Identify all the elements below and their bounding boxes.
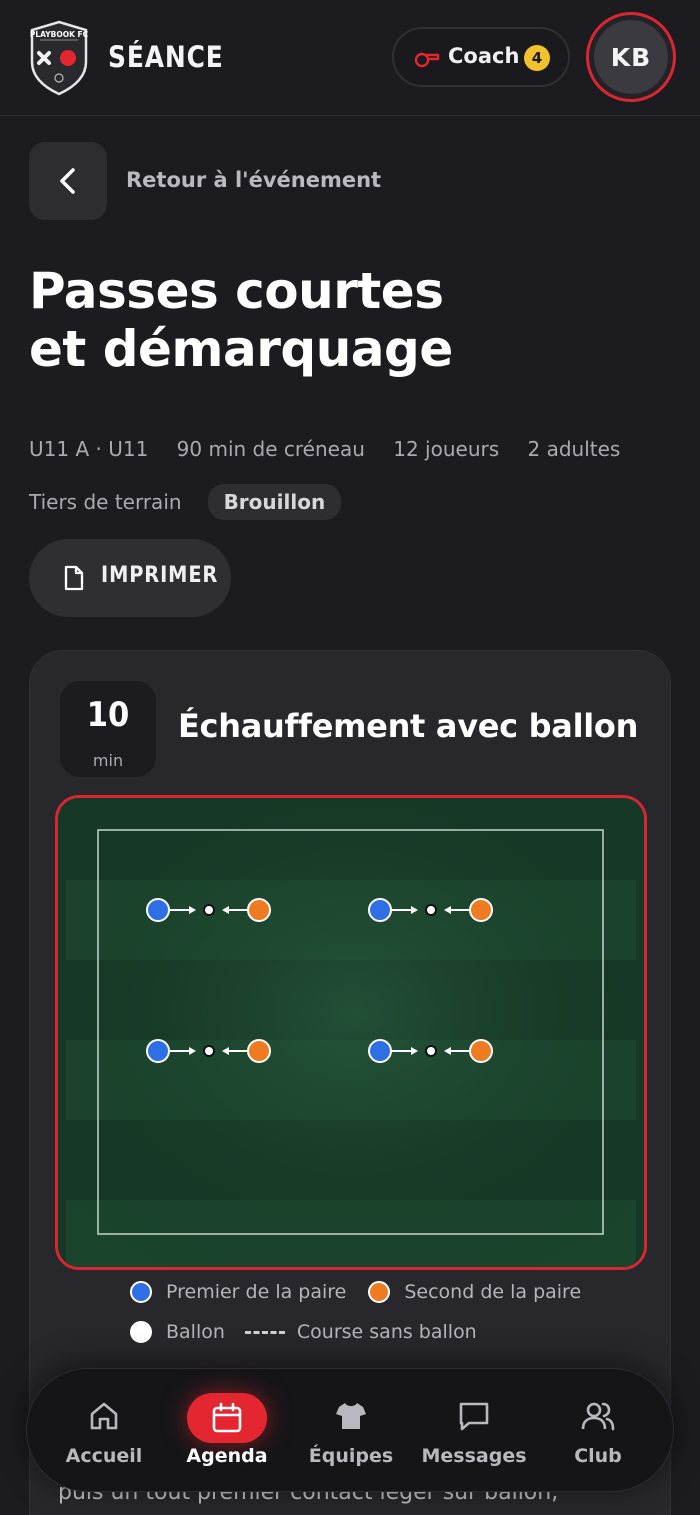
session-meta: U11 A · U11 90 min de créneau 12 joueurs… <box>29 437 642 461</box>
second-player-marker <box>469 898 493 922</box>
jersey-icon <box>336 1403 366 1429</box>
first-player-swatch <box>130 1281 152 1303</box>
legend-second: Second de la paire <box>404 1281 582 1303</box>
players-label: 12 joueurs <box>393 437 500 461</box>
ball-marker <box>425 1045 437 1057</box>
ball-swatch <box>130 1321 152 1343</box>
document-icon <box>64 565 84 591</box>
ball-marker <box>425 904 437 916</box>
nav-messages[interactable]: Messages <box>414 1369 534 1493</box>
field-label: Tiers de terrain <box>29 490 182 514</box>
nav-label: Accueil <box>65 1445 143 1467</box>
second-player-marker <box>247 898 271 922</box>
back-button[interactable] <box>29 142 107 220</box>
team-label: U11 A · U11 <box>29 437 149 461</box>
first-player-marker <box>146 898 170 922</box>
second-player-marker <box>247 1039 271 1063</box>
screen-title: SÉANCE <box>108 40 224 74</box>
avatar-initials: KB <box>594 20 668 94</box>
users-icon <box>581 1402 615 1431</box>
nav-accueil[interactable]: Accueil <box>44 1369 164 1493</box>
nav-agenda[interactable]: Agenda <box>167 1369 287 1493</box>
first-player-marker <box>368 898 392 922</box>
calendar-icon <box>212 1402 242 1433</box>
club-logo[interactable]: PLAYBOOK FC <box>28 20 90 96</box>
adults-label: 2 adultes <box>527 437 621 461</box>
logo-text: PLAYBOOK FC <box>30 30 89 39</box>
coach-label: Coach <box>448 44 520 68</box>
first-player-marker <box>368 1039 392 1063</box>
title-line-1: Passes courtes <box>29 262 444 320</box>
nav-equipes[interactable]: Équipes <box>291 1369 411 1493</box>
title-line-2: et démarquage <box>29 320 453 378</box>
top-header: PLAYBOOK FC SÉANCE Coach 4 KB <box>0 0 700 116</box>
session-meta-2: Tiers de terrain Brouillon <box>29 484 363 520</box>
legend-ball: Ballon <box>166 1321 225 1343</box>
exercise-title: Échauffement avec ballon <box>178 707 639 745</box>
coach-mode-button[interactable]: Coach 4 <box>392 27 570 87</box>
legend-row-1: Premier de la paire Second de la paire <box>130 1281 581 1303</box>
second-player-swatch <box>368 1281 391 1303</box>
whistle-icon <box>414 52 440 68</box>
nav-label: Agenda <box>186 1445 268 1467</box>
home-icon <box>90 1402 118 1430</box>
user-avatar[interactable]: KB <box>586 12 676 102</box>
ball-marker <box>203 904 215 916</box>
bottom-navigation: Accueil Agenda Équipes Messages Club <box>26 1368 674 1492</box>
duration-box: 10 min <box>60 681 156 777</box>
back-link[interactable]: Retour à l'événement <box>126 168 381 192</box>
chevron-left-icon <box>60 168 75 194</box>
status-badge: Brouillon <box>207 484 342 520</box>
page-title: Passes courtes et démarquage <box>29 262 669 378</box>
print-label: IMPRIMER <box>101 563 219 588</box>
coach-count-badge: 4 <box>524 45 550 71</box>
legend-first: Premier de la paire <box>166 1281 347 1303</box>
chat-icon <box>459 1402 489 1431</box>
duration-value: 10 <box>86 695 130 735</box>
nav-label: Club <box>574 1445 622 1467</box>
second-player-marker <box>469 1039 493 1063</box>
duration-unit: min <box>92 751 124 770</box>
run-line-swatch <box>244 1330 285 1334</box>
print-button[interactable]: IMPRIMER <box>29 539 231 617</box>
nav-label: Équipes <box>308 1445 394 1467</box>
legend-row-2: Ballon Course sans ballon <box>130 1321 477 1343</box>
ball-marker <box>203 1045 215 1057</box>
legend-run: Course sans ballon <box>296 1321 477 1343</box>
nav-label: Messages <box>421 1445 527 1467</box>
pitch-diagram[interactable] <box>55 795 647 1270</box>
nav-club[interactable]: Club <box>538 1369 658 1493</box>
slot-label: 90 min de créneau <box>176 437 365 461</box>
first-player-marker <box>146 1039 170 1063</box>
